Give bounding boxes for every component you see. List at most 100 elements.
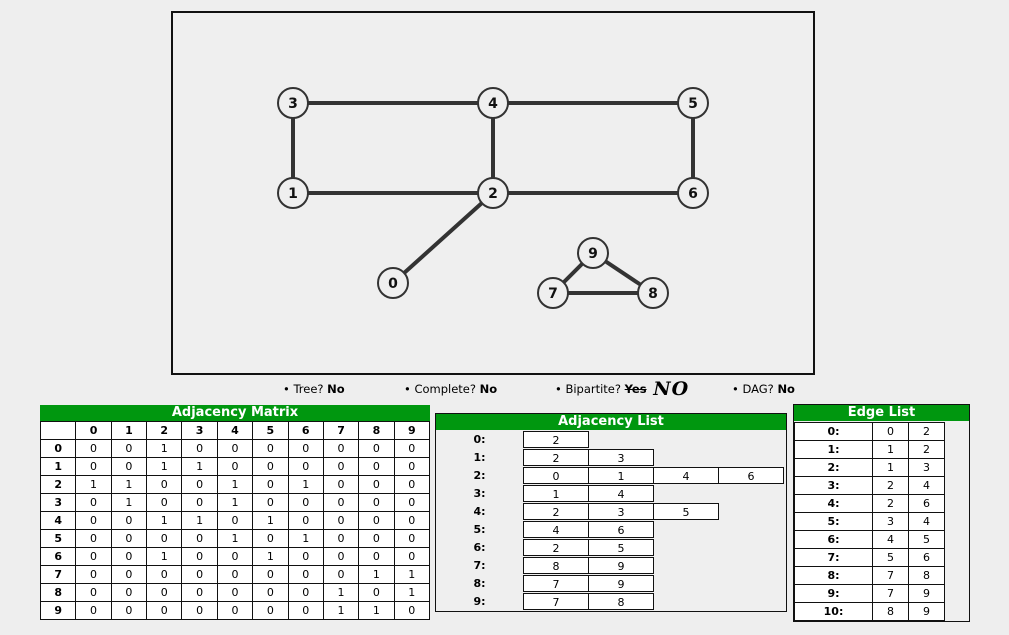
- adjacency-list-item: 8: [523, 557, 589, 574]
- edge-index: 1:: [794, 440, 873, 459]
- edge-vertex: 0: [872, 422, 909, 441]
- node-label: 3: [288, 96, 298, 112]
- matrix-cell: 0: [287, 583, 324, 602]
- matrix-row-header: 2: [39, 475, 77, 494]
- node-7[interactable]: 7: [537, 277, 569, 309]
- complete-label: • Complete?: [404, 382, 476, 396]
- tree-property: • Tree? No: [283, 382, 345, 396]
- adjacency-list-item: 0: [523, 467, 589, 484]
- matrix-cell: 0: [146, 529, 183, 548]
- matrix-col-header: 3: [181, 421, 218, 440]
- matrix-cell: 1: [75, 475, 112, 494]
- edge-list-row: 8: 7 8: [794, 566, 945, 585]
- matrix-cell: 0: [287, 439, 324, 458]
- matrix-cell: 0: [393, 601, 431, 620]
- adjacency-list-title: Adjacency List: [436, 414, 786, 430]
- matrix-row: 70000000011: [39, 565, 431, 584]
- node-label: 7: [548, 286, 558, 302]
- node-label: 4: [488, 96, 498, 112]
- matrix-col-header: 5: [252, 421, 289, 440]
- node-3[interactable]: 3: [277, 87, 309, 119]
- tree-label: • Tree?: [283, 382, 324, 396]
- matrix-cell: 1: [110, 475, 148, 494]
- matrix-cell: 0: [181, 601, 218, 620]
- matrix-cell: 0: [75, 583, 112, 602]
- edge-vertex: 5: [872, 548, 909, 567]
- bipartite-handwritten-value: NO: [653, 378, 690, 400]
- node-label: 6: [688, 186, 698, 202]
- matrix-cell: 0: [110, 547, 148, 566]
- dag-label: • DAG?: [732, 382, 774, 396]
- adjacency-list-item: 9: [588, 575, 654, 592]
- matrix-row-header: 5: [39, 529, 77, 548]
- matrix-corner: [39, 421, 77, 440]
- bipartite-struck-value: Yes: [624, 382, 647, 396]
- edge-list-row: 5: 3 4: [794, 512, 945, 531]
- graph-canvas[interactable]: 0 1 2 3 4 5 6 7 8 9: [171, 11, 815, 375]
- matrix-cell: 0: [322, 475, 360, 494]
- node-label: 2: [488, 186, 498, 202]
- matrix-cell: 0: [146, 601, 183, 620]
- edge-vertex: 5: [908, 530, 945, 549]
- matrix-cell: 0: [393, 439, 431, 458]
- adjacency-matrix-title: Adjacency Matrix: [40, 405, 430, 421]
- adjacency-list-label: 4:: [436, 503, 523, 520]
- matrix-cell: 0: [75, 601, 112, 620]
- node-5[interactable]: 5: [677, 87, 709, 119]
- graph-properties: • Tree? No • Complete? No • Bipartite? Y…: [0, 378, 1009, 400]
- matrix-cell: 0: [146, 493, 183, 512]
- node-label: 8: [648, 286, 658, 302]
- matrix-row-header: 6: [39, 547, 77, 566]
- bipartite-property: • Bipartite? Yes NO: [555, 376, 690, 400]
- edge-index: 2:: [794, 458, 873, 477]
- edge-vertex: 1: [872, 458, 909, 477]
- node-0[interactable]: 0: [377, 267, 409, 299]
- matrix-row-header: 9: [39, 601, 77, 620]
- node-9[interactable]: 9: [577, 237, 609, 269]
- bipartite-label: • Bipartite?: [555, 382, 621, 396]
- adjacency-list-item: 2: [523, 503, 589, 520]
- matrix-cell: 0: [216, 565, 254, 584]
- adjacency-list-item: 5: [588, 539, 654, 556]
- matrix-cell: 0: [252, 475, 289, 494]
- dag-value: No: [777, 382, 795, 396]
- matrix-row: 80000000101: [39, 583, 431, 602]
- matrix-cell: 0: [216, 439, 254, 458]
- node-2[interactable]: 2: [477, 177, 509, 209]
- matrix-row: 10011000000: [39, 457, 431, 476]
- edge-vertex: 6: [908, 494, 945, 513]
- matrix-row-header: 3: [39, 493, 77, 512]
- matrix-cell: 0: [75, 439, 112, 458]
- matrix-row: 50000101000: [39, 529, 431, 548]
- matrix-cell: 1: [393, 565, 431, 584]
- node-6[interactable]: 6: [677, 177, 709, 209]
- matrix-cell: 1: [216, 493, 254, 512]
- adjacency-list-item: 2: [523, 539, 589, 556]
- matrix-cell: 0: [322, 565, 360, 584]
- matrix-cell: 0: [322, 493, 360, 512]
- adjacency-matrix-table: 0123456789 00010000000100110000002110010…: [39, 421, 431, 620]
- matrix-row: 30100100000: [39, 493, 431, 512]
- matrix-cell: 0: [287, 511, 324, 530]
- matrix-cell: 0: [181, 583, 218, 602]
- matrix-cell: 0: [75, 511, 112, 530]
- node-1[interactable]: 1: [277, 177, 309, 209]
- adjacency-list-item: 2: [523, 449, 589, 466]
- graph-drawing[interactable]: 0 1 2 3 4 5 6 7 8 9: [173, 13, 813, 373]
- edge-list-row: 10: 8 9: [794, 602, 945, 621]
- edge-vertex: 3: [908, 458, 945, 477]
- node-4[interactable]: 4: [477, 87, 509, 119]
- matrix-cell: 0: [287, 493, 324, 512]
- edge-index: 10:: [794, 602, 873, 621]
- edge-index: 5:: [794, 512, 873, 531]
- matrix-cell: 1: [252, 511, 289, 530]
- matrix-cell: 0: [358, 475, 395, 494]
- node-8[interactable]: 8: [637, 277, 669, 309]
- matrix-cell: 0: [358, 529, 395, 548]
- matrix-cell: 1: [216, 529, 254, 548]
- matrix-cell: 0: [146, 565, 183, 584]
- matrix-cell: 0: [110, 529, 148, 548]
- matrix-cell: 1: [358, 601, 395, 620]
- adjacency-list-label: 7:: [436, 557, 523, 574]
- matrix-cell: 0: [75, 529, 112, 548]
